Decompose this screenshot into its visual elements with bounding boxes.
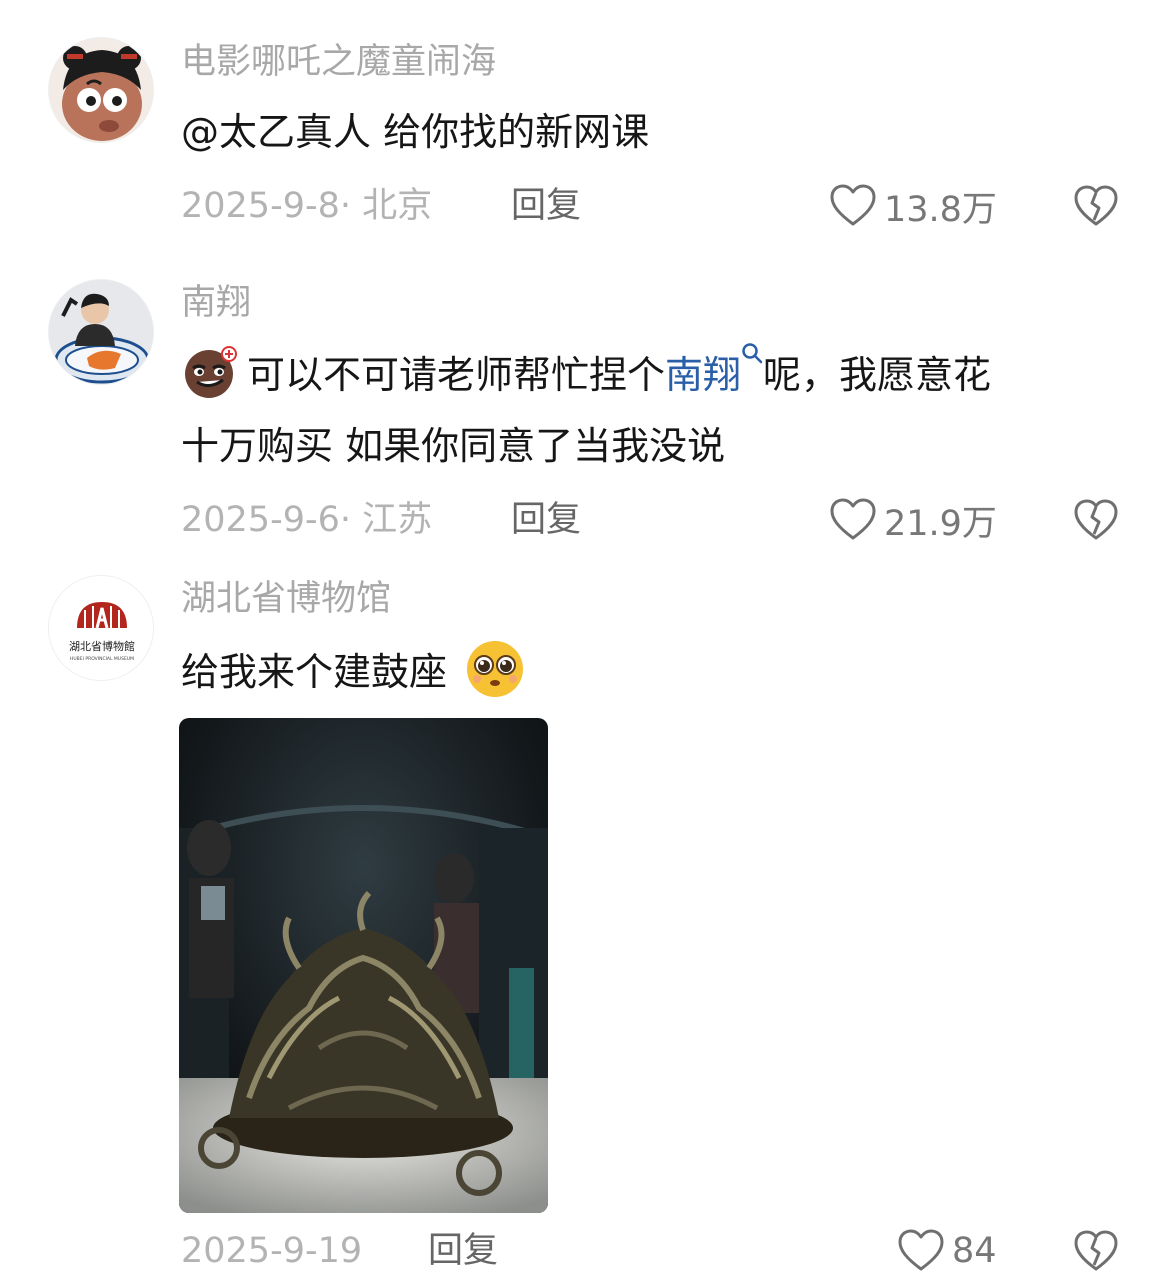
- heart-outline-icon: [898, 1229, 944, 1271]
- mention-link[interactable]: @太乙真人: [181, 110, 371, 154]
- like-count: 84: [952, 1231, 997, 1271]
- comment-username[interactable]: 湖北省博物馆: [181, 579, 391, 619]
- comment-text: @太乙真人 给你找的新网课: [181, 100, 649, 164]
- smirk-emoji-icon: [185, 346, 237, 398]
- broken-heart-icon: [1074, 499, 1118, 540]
- comment-text-line: 可以不可请老师帮忙捏个南翔 呢，我愿意花: [181, 342, 991, 407]
- museum-logo-subtext: HUBEI PROVINCIAL MUSEUM: [70, 656, 134, 662]
- keyword-search-link[interactable]: 南翔: [665, 353, 741, 397]
- like-button[interactable]: 21.9万: [830, 498, 997, 544]
- search-icon[interactable]: [741, 342, 763, 370]
- heart-outline-icon: [830, 184, 876, 226]
- user-photo-avatar-icon: [49, 280, 153, 384]
- comment-text-body: 可以不可请老师帮忙捏个: [247, 353, 666, 397]
- comment-location: · 北京: [339, 186, 433, 226]
- comment-date: 2025-9-19: [181, 1231, 363, 1271]
- nezha-avatar-icon: [49, 38, 153, 142]
- dislike-button[interactable]: [1074, 498, 1118, 542]
- like-count: 21.9万: [884, 503, 997, 544]
- reply-button[interactable]: 回复: [428, 1231, 498, 1271]
- comment-image[interactable]: [179, 718, 548, 1213]
- comment-location: · 江苏: [339, 500, 433, 540]
- comment-text-body: 给我来个建鼓座: [181, 650, 448, 694]
- comment-text: 给我来个建鼓座: [181, 637, 527, 704]
- like-button[interactable]: 13.8万: [830, 184, 997, 230]
- comment-username[interactable]: 电影哪吒之魔童闹海: [181, 42, 496, 82]
- avatar[interactable]: 湖北省博物館 HUBEI PROVINCIAL MUSEUM: [48, 575, 154, 681]
- pleading-emoji-icon: [467, 641, 524, 697]
- comment-meta: 2025-9-6· 江苏: [181, 500, 432, 540]
- comment-date: 2025-9-6: [181, 500, 340, 540]
- comment-text-body: 呢，我愿意花: [763, 353, 992, 397]
- comment-text-line: 十万购买 如果你同意了当我没说: [181, 424, 726, 468]
- comment-text-body: 给你找的新网课: [371, 110, 650, 154]
- reply-button[interactable]: 回复: [511, 500, 581, 540]
- museum-logo-icon: 湖北省博物館 HUBEI PROVINCIAL MUSEUM: [49, 576, 153, 680]
- comment-date: 2025-9-8: [181, 186, 340, 226]
- avatar[interactable]: [48, 37, 154, 143]
- comment-list: 电影哪吒之魔童闹海 @太乙真人 给你找的新网课 2025-9-8· 北京 回复 …: [0, 0, 1171, 1280]
- bronze-drum-stand-photo: [179, 718, 548, 1213]
- broken-heart-icon: [1074, 185, 1118, 226]
- broken-heart-icon: [1074, 1230, 1118, 1271]
- museum-logo-text: 湖北省博物館: [69, 639, 135, 653]
- heart-outline-icon: [830, 498, 876, 540]
- comment-meta: 2025-9-8· 北京: [181, 186, 432, 226]
- dislike-button[interactable]: [1074, 1229, 1118, 1273]
- dislike-button[interactable]: [1074, 184, 1118, 228]
- avatar[interactable]: [48, 279, 154, 385]
- reply-button[interactable]: 回复: [511, 186, 581, 226]
- comment-username[interactable]: 南翔: [181, 283, 251, 323]
- like-button[interactable]: 84: [898, 1229, 997, 1273]
- like-count: 13.8万: [884, 189, 997, 230]
